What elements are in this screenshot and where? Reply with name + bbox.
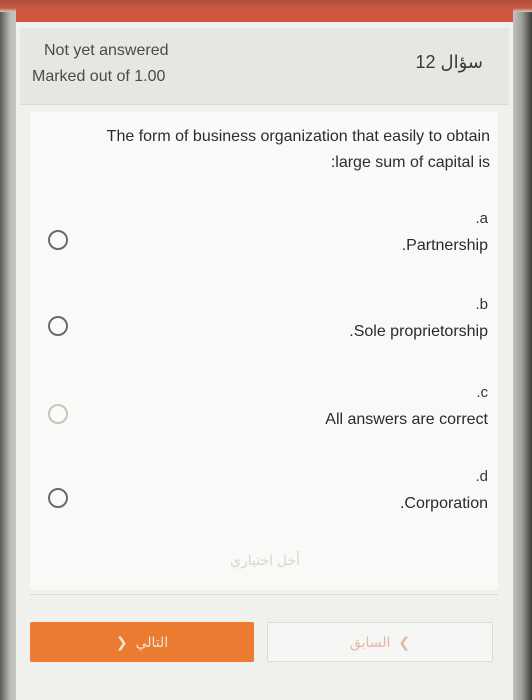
next-page-button[interactable]: التالي ❮ xyxy=(30,622,254,662)
option-c[interactable]: .c All answers are correct xyxy=(30,384,498,444)
quiz-screen: Not yet answered Marked out of 1.00 سؤال… xyxy=(16,8,513,700)
question-text-line-1: The form of business organization that e… xyxy=(106,128,490,145)
app-header-bar xyxy=(16,8,513,22)
previous-page-button[interactable]: ❯ السابق xyxy=(267,622,493,662)
next-button-label: التالي xyxy=(135,633,169,650)
answer-status: Not yet answered xyxy=(44,42,169,59)
option-a-radio[interactable] xyxy=(48,230,68,250)
question-marks: Marked out of 1.00 xyxy=(32,68,166,85)
question-text: The form of business organization that e… xyxy=(40,124,490,176)
option-d[interactable]: .d .Corporation xyxy=(30,468,498,528)
clear-choice-link[interactable]: أخل اختياري xyxy=(230,552,300,569)
chevron-right-icon: ❯ xyxy=(398,633,411,650)
option-b-label: .Sole proprietorship xyxy=(349,323,488,340)
option-d-letter: .d xyxy=(475,468,488,485)
question-info-box: Not yet answered Marked out of 1.00 سؤال… xyxy=(20,28,509,105)
previous-button-label: السابق xyxy=(349,633,391,650)
option-a-label: .Partnership xyxy=(401,237,488,254)
divider xyxy=(30,594,498,595)
option-b[interactable]: .b .Sole proprietorship xyxy=(30,296,498,356)
option-b-radio[interactable] xyxy=(48,316,68,336)
question-card: The form of business organization that e… xyxy=(30,112,498,590)
option-d-label: .Corporation xyxy=(399,495,488,512)
option-a-letter: .a xyxy=(475,210,488,227)
question-text-line-2: :large sum of capital is xyxy=(330,154,490,171)
option-b-letter: .b xyxy=(475,296,488,313)
option-c-letter: .c xyxy=(476,384,488,401)
chevron-left-icon: ❮ xyxy=(115,633,128,650)
option-a[interactable]: .a .Partnership xyxy=(30,210,498,270)
option-d-radio[interactable] xyxy=(48,488,68,508)
option-c-label: All answers are correct xyxy=(325,411,488,428)
option-c-radio[interactable] xyxy=(48,404,68,424)
question-number: سؤال 12 xyxy=(415,52,484,72)
